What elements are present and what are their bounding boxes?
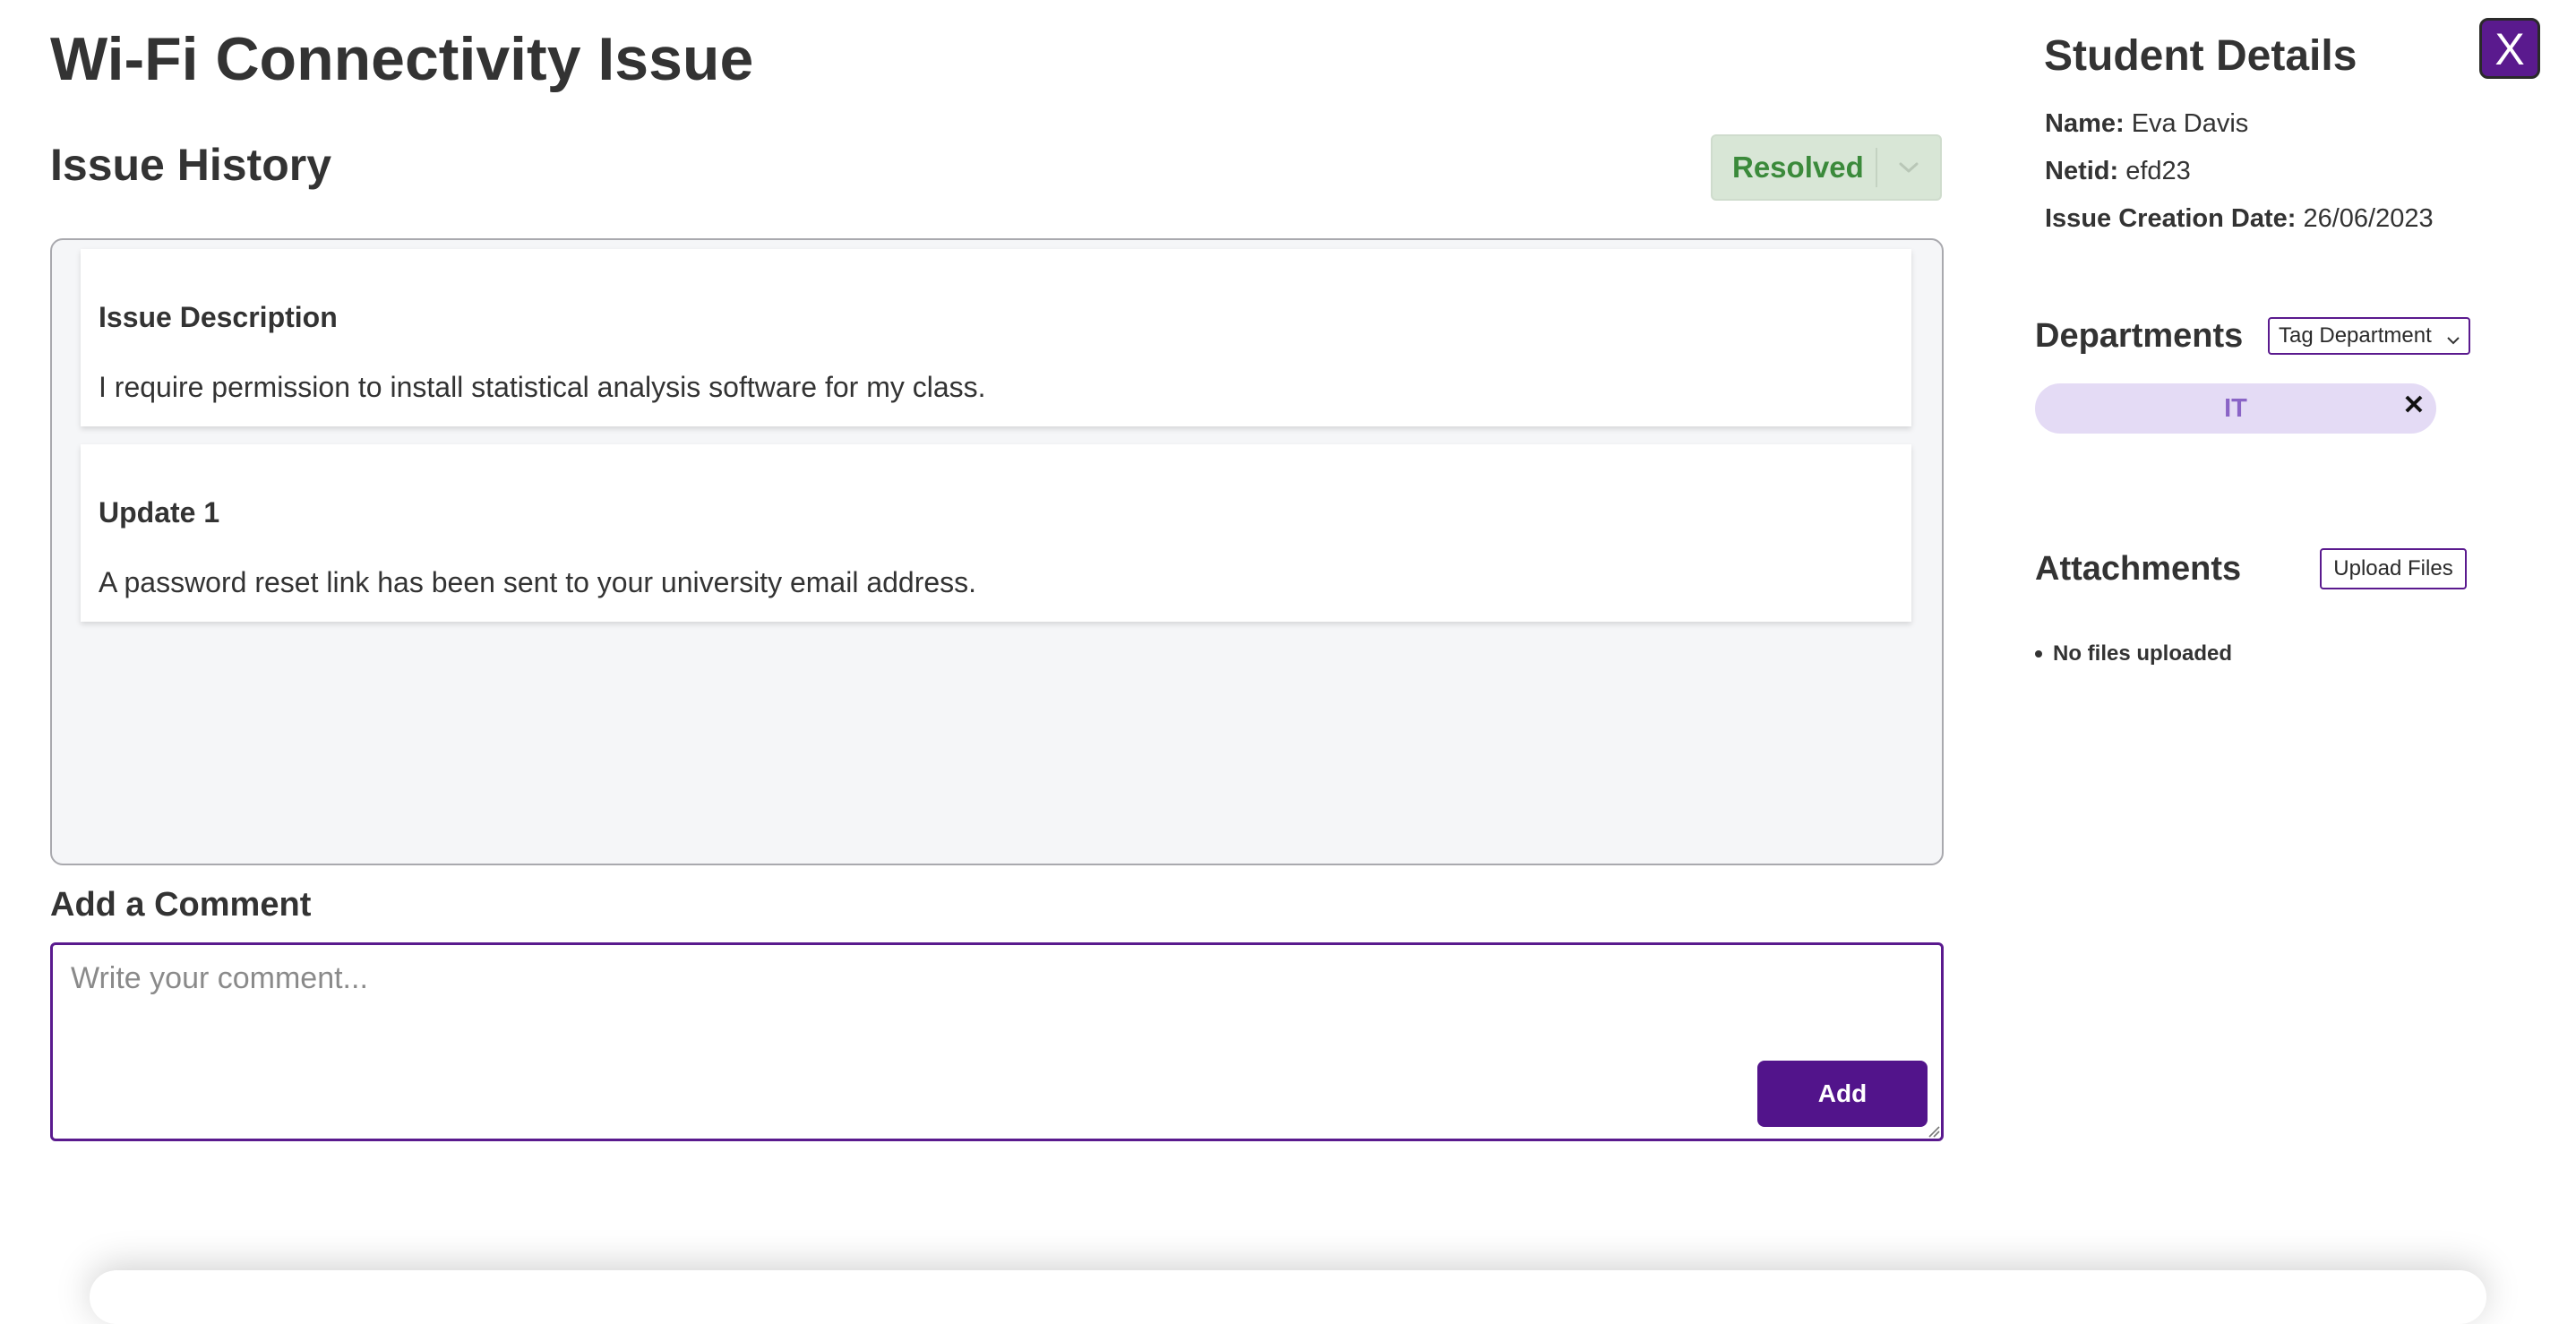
student-name-row: Name: Eva Davis bbox=[2045, 109, 2248, 139]
history-entry: Issue Description I require permission t… bbox=[81, 249, 1911, 426]
tag-department-label: Tag Department bbox=[2279, 323, 2432, 348]
upload-files-button[interactable]: Upload Files bbox=[2320, 548, 2467, 589]
history-entry: Update 1 A password reset link has been … bbox=[81, 444, 1911, 622]
status-dropdown[interactable]: Resolved bbox=[1711, 134, 1942, 201]
resize-grip-icon[interactable] bbox=[1926, 1123, 1940, 1138]
tag-department-select[interactable]: Tag Department bbox=[2268, 317, 2470, 355]
student-netid-value: efd23 bbox=[2125, 157, 2191, 185]
modal-bottom-edge bbox=[90, 1270, 2486, 1324]
close-button[interactable]: X bbox=[2479, 18, 2540, 79]
student-netid-row: Netid: efd23 bbox=[2045, 157, 2191, 186]
no-files-text: No files uploaded bbox=[2053, 641, 2233, 666]
attachments-heading: Attachments bbox=[2035, 550, 2242, 588]
issue-creation-date-label: Issue Creation Date: bbox=[2045, 204, 2297, 233]
issue-creation-date-row: Issue Creation Date: 26/06/2023 bbox=[2045, 204, 2434, 234]
student-netid-label: Netid: bbox=[2045, 157, 2119, 185]
list-item: No files uploaded bbox=[2035, 641, 2232, 666]
close-icon[interactable]: ✕ bbox=[2400, 391, 2427, 421]
issue-history-heading: Issue History bbox=[50, 140, 332, 190]
student-name-value: Eva Davis bbox=[2131, 109, 2249, 138]
issue-creation-date-value: 26/06/2023 bbox=[2303, 204, 2434, 233]
history-entry-body: I require permission to install statisti… bbox=[99, 371, 986, 403]
attachments-list: No files uploaded bbox=[2035, 641, 2232, 666]
department-tag: IT bbox=[2035, 383, 2436, 434]
departments-heading: Departments bbox=[2035, 317, 2244, 355]
chevron-down-icon bbox=[2445, 328, 2461, 353]
status-value: Resolved bbox=[1732, 150, 1864, 184]
department-tag-label: IT bbox=[2224, 394, 2247, 423]
history-entry-title: Update 1 bbox=[99, 496, 220, 529]
issue-history-panel[interactable]: Issue Description I require permission t… bbox=[50, 238, 1944, 865]
student-details-heading: Student Details bbox=[2044, 32, 2357, 80]
history-entry-title: Issue Description bbox=[99, 301, 338, 333]
bullet-icon bbox=[2035, 650, 2042, 658]
comment-input[interactable] bbox=[50, 942, 1944, 1141]
comment-box bbox=[50, 942, 1944, 1141]
add-comment-heading: Add a Comment bbox=[50, 886, 312, 924]
add-comment-button[interactable]: Add bbox=[1757, 1061, 1928, 1127]
history-entry-body: A password reset link has been sent to y… bbox=[99, 566, 977, 598]
page-title: Wi-Fi Connectivity Issue bbox=[50, 25, 754, 93]
chevron-down-icon[interactable] bbox=[1877, 160, 1940, 175]
student-name-label: Name: bbox=[2045, 109, 2125, 138]
